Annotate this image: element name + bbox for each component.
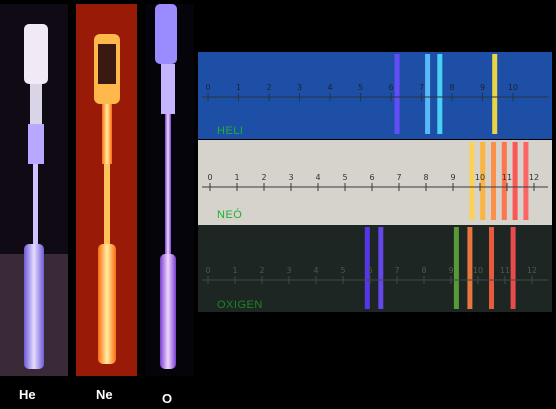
scale-tick-label: 3 — [288, 173, 293, 182]
scale-tick-label: 9 — [450, 173, 455, 182]
spectral-line — [469, 142, 475, 220]
spectral-line — [512, 142, 518, 220]
neon-spectrum-scale: 0 1 2 3 4 5 6 7 8 9 10 11 12 — [202, 142, 548, 220]
spectral-line — [523, 142, 529, 220]
spectral-line — [510, 227, 516, 309]
scale-tick-label: 5 — [340, 266, 345, 275]
scale-tick-label: 8 — [449, 83, 454, 92]
scale-tick-label: 6 — [388, 83, 393, 92]
neon-tube-photo — [76, 4, 137, 376]
scale-tick-label: 9 — [448, 266, 453, 275]
helium-spectrum-panel: 0 1 2 3 4 5 6 7 8 9 10 HELI — [198, 52, 552, 139]
spectral-line — [437, 54, 443, 134]
neon-spectrum-name: NEÓ — [217, 209, 243, 221]
scale-tick-label: 6 — [367, 266, 372, 275]
scale-tick-label: 9 — [480, 83, 485, 92]
spectral-line — [492, 54, 498, 134]
scale-tick-label: 1 — [236, 83, 241, 92]
scale-tick-label: 0 — [205, 266, 210, 275]
scale-tick-label: 2 — [259, 266, 264, 275]
scale-tick-label: 12 — [529, 173, 539, 182]
oxygen-label: O — [162, 391, 173, 406]
neon-label: Ne — [96, 387, 113, 402]
scale-tick-label: 1 — [232, 266, 237, 275]
spectral-line — [378, 227, 384, 309]
scale-tick-label: 3 — [297, 83, 302, 92]
scale-tick-label: 0 — [205, 83, 210, 92]
neon-spectrum-panel: 0 1 2 3 4 5 6 7 8 9 10 11 12 NEÓ — [198, 140, 552, 225]
spectral-line — [453, 227, 459, 309]
scale-tick-label: 10 — [473, 266, 483, 275]
oxygen-spectrum-panel: 0 1 2 3 4 5 6 7 8 9 10 11 12 OXIGEN — [198, 225, 552, 312]
scale-tick-label: 10 — [475, 173, 485, 182]
scale-tick-label: 4 — [327, 83, 332, 92]
scale-tick-label: 4 — [315, 173, 320, 182]
scale-tick-label: 6 — [369, 173, 374, 182]
scale-tick-label: 7 — [394, 266, 399, 275]
scale-tick-label: 3 — [286, 266, 291, 275]
oxygen-tube-photo — [145, 4, 194, 376]
scale-tick-label: 10 — [508, 83, 518, 92]
scale-tick-label: 0 — [207, 173, 212, 182]
scale-tick-label: 7 — [396, 173, 401, 182]
helium-label: He — [19, 387, 36, 402]
spectral-line — [467, 227, 473, 309]
scale-tick-label: 5 — [358, 83, 363, 92]
scale-tick-label: 1 — [234, 173, 239, 182]
scale-tick-label: 2 — [266, 83, 271, 92]
oxygen-spectrum-name: OXIGEN — [217, 299, 263, 311]
scale-tick-label: 11 — [502, 173, 512, 182]
scale-tick-label: 8 — [421, 266, 426, 275]
spectral-line — [491, 142, 496, 220]
scale-tick-label: 4 — [313, 266, 318, 275]
spectral-line — [425, 54, 431, 134]
scale-tick-label: 5 — [342, 173, 347, 182]
helium-spectrum-name: HELI — [217, 125, 244, 137]
scale-tick-label: 8 — [423, 173, 428, 182]
helium-spectrum-scale: 0 1 2 3 4 5 6 7 8 9 10 — [202, 54, 548, 134]
scale-tick-label: 2 — [261, 173, 266, 182]
spectral-line — [489, 227, 494, 309]
scale-tick-label: 11 — [500, 266, 510, 275]
scale-tick-label: 12 — [527, 266, 537, 275]
spectral-line — [394, 54, 400, 134]
scale-tick-label: 7 — [419, 83, 424, 92]
helium-tube-photo — [0, 4, 68, 376]
